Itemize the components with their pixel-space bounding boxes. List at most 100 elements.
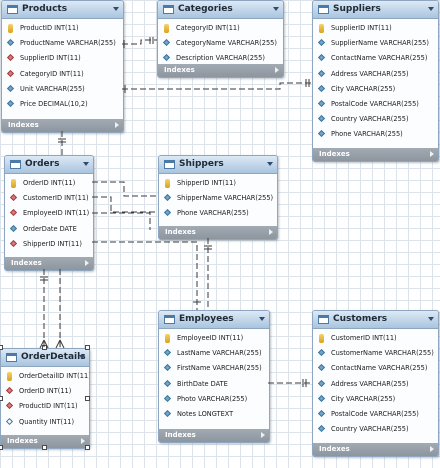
indexes-section[interactable]: Indexes [159,429,269,442]
selection-handle[interactable] [85,345,90,350]
table-categories[interactable]: Categories CategoryID INT(11) CategoryName… [157,0,284,78]
column-row[interactable]: Phone VARCHAR(255) [313,127,438,142]
column-label: Country VARCHAR(255) [331,425,409,434]
column-row[interactable]: City VARCHAR(255) [313,82,438,97]
expand-arrow-icon[interactable] [430,151,434,157]
column-row[interactable]: ProductID INT(11) [1,399,89,414]
collapse-arrow-icon[interactable] [79,355,85,359]
column-label: Notes LONGTEXT [177,409,234,418]
table-header[interactable]: Orders [5,156,93,174]
collapse-arrow-icon[interactable] [83,162,89,166]
expand-arrow-icon[interactable] [81,438,85,444]
column-row[interactable]: City VARCHAR(255) [313,392,438,407]
column-row[interactable]: OrderDetailID INT(11) [1,369,89,384]
column-row[interactable]: Quantity INT(11) [1,415,89,430]
indexes-section[interactable]: Indexes [158,64,283,77]
column-label: EmployeeID INT(11) [177,334,244,342]
column-row[interactable]: Notes LONGTEXT [159,407,269,422]
er-diagram-canvas[interactable]: Products ProductID INT(11) ProductName VAR… [0,0,440,468]
column-icon [162,39,171,47]
column-row[interactable]: ProductID INT(11) [2,21,123,36]
indexes-section[interactable]: Indexes [5,257,93,270]
indexes-section[interactable]: Indexes [2,119,123,132]
column-row[interactable]: PostalCode VARCHAR(255) [313,97,438,112]
column-row[interactable]: ContactName VARCHAR(255) [313,51,438,66]
indexes-section[interactable]: Indexes [313,443,438,456]
column-row[interactable]: OrderID INT(11) [1,384,89,399]
table-orderdetails[interactable]: OrderDetails OrderDetailID INT(11) OrderID… [0,348,90,449]
column-icon [317,409,326,417]
collapse-arrow-icon[interactable] [259,317,265,321]
table-orders[interactable]: Orders OrderID INT(11) CustomerID INT(11) E… [4,155,94,271]
table-header[interactable]: Employees [159,311,269,329]
table-header[interactable]: Shippers [159,156,277,174]
table-shippers[interactable]: Shippers ShipperID INT(11) ShipperName VAR… [158,155,278,240]
column-row[interactable]: BirthDate DATE [159,377,269,392]
column-row[interactable]: CustomerID INT(11) [5,191,93,206]
collapse-arrow-icon[interactable] [273,7,279,11]
selection-handle[interactable] [42,445,47,450]
primary-key-icon [8,24,13,33]
column-row[interactable]: Price DECIMAL(10,2) [2,97,123,112]
selection-handle[interactable] [0,345,3,350]
column-icon [163,379,172,387]
column-row[interactable]: ShipperID INT(11) [5,237,93,252]
column-row[interactable]: Photo VARCHAR(255) [159,392,269,407]
table-suppliers[interactable]: Suppliers SupplierID INT(11) SupplierName … [312,0,439,162]
column-row[interactable]: Unit VARCHAR(255) [2,82,123,97]
column-row[interactable]: SupplierName VARCHAR(255) [313,36,438,51]
expand-arrow-icon[interactable] [275,67,279,73]
column-row[interactable]: CategoryName VARCHAR(255) [158,36,283,51]
selection-handle[interactable] [0,395,3,401]
selection-handle[interactable] [85,395,90,401]
column-row[interactable]: ProductName VARCHAR(255) [2,36,123,51]
column-row[interactable]: Country VARCHAR(255) [313,422,438,437]
table-header[interactable]: Customers [313,311,438,329]
column-row[interactable]: FirstName VARCHAR(255) [159,361,269,376]
table-header[interactable]: Products [2,1,123,19]
column-label: PostalCode VARCHAR(255) [331,409,419,418]
table-products[interactable]: Products ProductID INT(11) ProductName VAR… [1,0,124,133]
column-row[interactable]: ShipperID INT(11) [159,176,277,191]
expand-arrow-icon[interactable] [430,446,434,452]
column-label: ContactName VARCHAR(255) [331,364,428,373]
column-row[interactable]: EmployeeID INT(11) [5,206,93,221]
collapse-arrow-icon[interactable] [113,7,119,11]
expand-arrow-icon[interactable] [269,229,273,235]
selection-handle[interactable] [0,445,3,450]
indexes-section[interactable]: Indexes [313,148,438,161]
expand-arrow-icon[interactable] [261,432,265,438]
column-row[interactable]: Country VARCHAR(255) [313,112,438,127]
collapse-arrow-icon[interactable] [428,317,434,321]
expand-arrow-icon[interactable] [85,260,89,266]
collapse-arrow-icon[interactable] [428,7,434,11]
table-header[interactable]: OrderDetails [1,349,89,367]
column-row[interactable]: ContactName VARCHAR(255) [313,361,438,376]
column-row[interactable]: ShipperName VARCHAR(255) [159,191,277,206]
collapse-arrow-icon[interactable] [267,162,273,166]
table-header[interactable]: Suppliers [313,1,438,19]
indexes-section[interactable]: Indexes [159,226,277,239]
column-row[interactable]: EmployeeID INT(11) [159,331,269,346]
column-row[interactable]: CategoryID INT(11) [158,21,283,36]
expand-arrow-icon[interactable] [115,122,119,128]
column-row[interactable]: Address VARCHAR(255) [313,377,438,392]
table-icon [10,160,21,169]
column-row[interactable]: Phone VARCHAR(255) [159,206,277,221]
selection-handle[interactable] [42,345,47,350]
column-row[interactable]: Address VARCHAR(255) [313,67,438,82]
table-customers[interactable]: Customers CustomerID INT(11) CustomerName … [312,310,439,457]
column-row[interactable]: PostalCode VARCHAR(255) [313,407,438,422]
column-row[interactable]: SupplierID INT(11) [313,21,438,36]
selection-handle[interactable] [85,445,90,450]
table-header[interactable]: Categories [158,1,283,19]
column-row[interactable]: LastName VARCHAR(255) [159,346,269,361]
column-row[interactable]: CategoryID INT(11) [2,67,123,82]
column-row[interactable]: OrderID INT(11) [5,176,93,191]
column-icon [6,39,15,47]
column-row[interactable]: SupplierID INT(11) [2,51,123,66]
table-employees[interactable]: Employees EmployeeID INT(11) LastName VARC… [158,310,270,443]
column-row[interactable]: CustomerID INT(11) [313,331,438,346]
column-row[interactable]: OrderDate DATE [5,222,93,237]
column-row[interactable]: CustomerName VARCHAR(255) [313,346,438,361]
